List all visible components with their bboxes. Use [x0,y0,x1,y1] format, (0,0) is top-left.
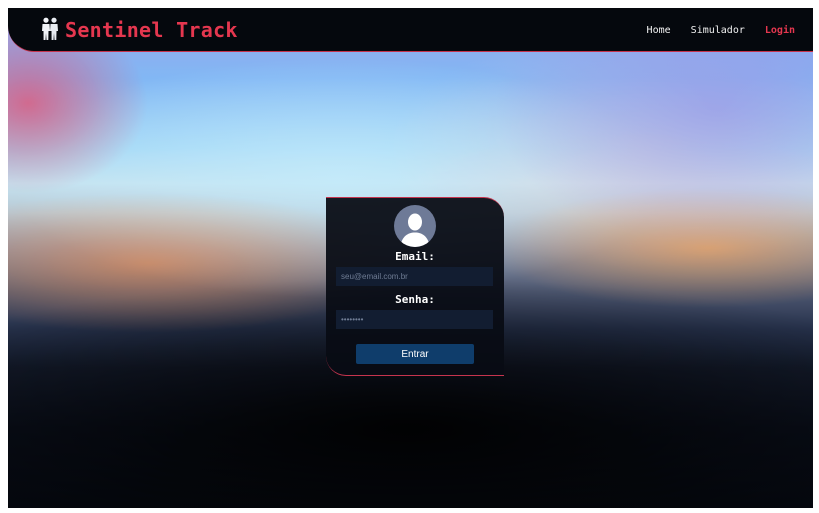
navbar: Sentinel Track Home Simulador Login [8,8,813,52]
login-submit-button[interactable]: Entrar [356,344,474,364]
password-label: Senha: [395,293,435,306]
nav-links: Home Simulador Login [633,24,795,38]
password-input[interactable] [336,310,493,329]
nav-simulador-link[interactable]: Simulador [691,25,745,36]
user-avatar-icon [394,205,436,247]
brand-title[interactable]: Sentinel Track [65,17,238,43]
nav-home-link[interactable]: Home [647,25,671,36]
login-card: Email: Senha: Entrar [326,197,504,376]
background-glow [493,48,813,248]
nav-login-link[interactable]: Login [765,25,795,36]
email-label: Email: [395,250,435,263]
email-input[interactable] [336,267,493,286]
page-frame: Sentinel Track Home Simulador Login Emai… [8,8,813,508]
people-silhouette-icon [42,17,58,40]
